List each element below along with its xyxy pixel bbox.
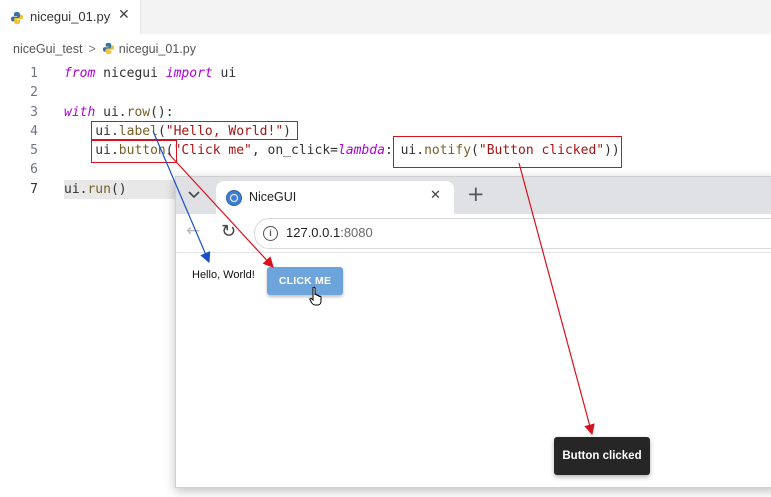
code-token: import [165, 66, 213, 81]
line-number: 1 [30, 66, 38, 81]
annotation-box-notify [393, 136, 622, 168]
code-line[interactable]: 3 with ui.row(): [0, 103, 771, 122]
reload-icon[interactable]: ↻ [221, 221, 236, 242]
line-number: 2 [30, 85, 38, 101]
code-token: lambda [337, 143, 385, 159]
nicegui-favicon-icon [226, 190, 242, 206]
code-token: row [126, 104, 151, 120]
code-token: with [64, 104, 96, 120]
close-icon[interactable]: ✕ [430, 188, 441, 203]
info-icon[interactable]: i [263, 226, 278, 241]
editor-tab-nicegui[interactable]: nicegui_01.py ✕ [0, 0, 141, 34]
code-line[interactable]: 1 from nicegui import ui [0, 64, 771, 83]
page-viewport: Hello, World! CLICK ME Button clicked [176, 253, 771, 487]
url-host: 127.0.0.1 [286, 225, 341, 240]
code-token: ui. [64, 181, 88, 197]
code-token: "Click me" [173, 143, 252, 159]
line-number: 3 [30, 104, 38, 120]
hand-cursor-icon [309, 286, 325, 310]
back-arrow-icon[interactable]: ← [186, 221, 200, 241]
click-me-button[interactable]: CLICK ME [267, 267, 343, 295]
code-line[interactable]: 2 [0, 83, 771, 102]
code-text: ui.run() [64, 180, 127, 199]
notification-toast: Button clicked [554, 437, 650, 475]
python-file-icon [102, 42, 115, 58]
browser-tab-nicegui[interactable]: NiceGUI ✕ [216, 181, 454, 214]
breadcrumb-folder[interactable]: niceGui_test [13, 42, 82, 56]
address-bar[interactable]: i 127.0.0.1:8080 [254, 218, 771, 249]
code-token: ui [212, 66, 237, 81]
code-token: () [110, 181, 127, 197]
hello-label: Hello, World! [192, 269, 255, 281]
new-tab-icon[interactable]: + [467, 182, 485, 206]
address-url: 127.0.0.1:8080 [286, 225, 373, 240]
chevron-down-icon[interactable] [182, 185, 206, 207]
line-number: 4 [30, 123, 38, 139]
code-token: (): [150, 104, 174, 120]
editor-tab-bar: nicegui_01.py ✕ [0, 0, 771, 34]
python-file-icon [10, 10, 24, 29]
browser-toolbar: ← ↻ i 127.0.0.1:8080 [176, 214, 771, 253]
browser-tab-strip: NiceGUI ✕ + [176, 177, 771, 214]
line-number: 6 [30, 162, 38, 178]
code-text: from nicegui import ui [64, 64, 236, 83]
editor-tab-label: nicegui_01.py [30, 9, 111, 24]
close-icon[interactable]: ✕ [118, 7, 130, 23]
code-token: nicegui [95, 66, 166, 81]
browser-window: NiceGUI ✕ + ← ↻ i 127.0.0.1:8080 Hello, … [175, 176, 771, 488]
code-token: , on_click= [251, 143, 338, 159]
code-token: ui. [95, 104, 127, 120]
code-text: with ui.row(): [64, 103, 174, 122]
annotation-box-button [91, 140, 177, 163]
line-number: 7 [30, 181, 38, 197]
annotation-box-label [91, 121, 298, 140]
url-port: :8080 [340, 225, 373, 240]
browser-tab-title: NiceGUI [249, 190, 297, 204]
code-token: from [64, 66, 96, 81]
breadcrumb-separator: > [88, 42, 96, 56]
breadcrumb: niceGui_test > nicegui_01.py [13, 42, 196, 58]
breadcrumb-file[interactable]: nicegui_01.py [119, 42, 196, 56]
code-token: run [87, 181, 111, 197]
line-number: 5 [30, 143, 38, 159]
